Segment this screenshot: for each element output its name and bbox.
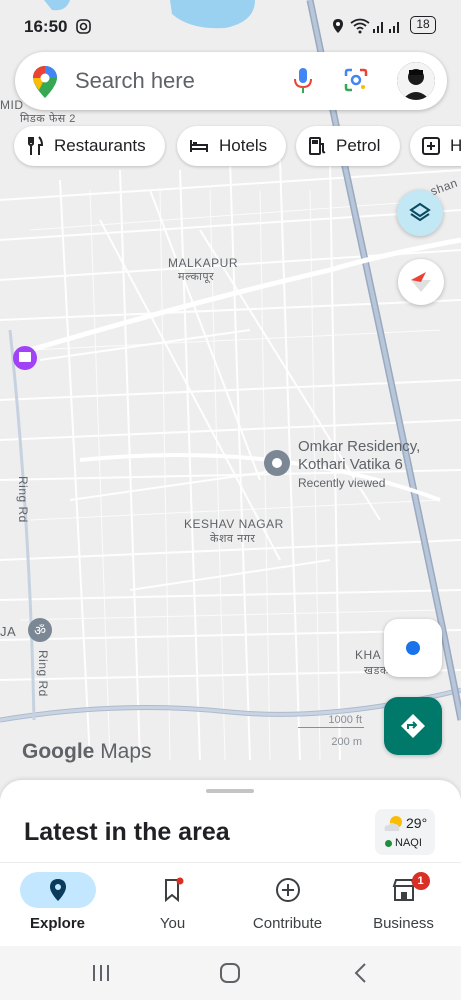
nav-you-label: You <box>159 915 186 932</box>
my-location-icon <box>406 641 420 655</box>
nav-explore-label: Explore <box>29 915 86 932</box>
wifi-icon <box>350 18 370 39</box>
map-label-malkapur: MALKAPUR <box>168 256 239 270</box>
map-scale: 1000 ft 200 m <box>298 714 368 750</box>
store-icon: 1 <box>366 872 442 908</box>
chip-restaurants-label: Restaurants <box>54 136 146 155</box>
nav-you[interactable]: You <box>115 863 230 947</box>
bookmark-icon <box>135 872 211 908</box>
directions-icon <box>401 714 425 738</box>
my-location-button[interactable] <box>384 619 442 677</box>
scale-ft: 1000 ft <box>328 714 362 726</box>
map-label-keshav-nagar: KESHAV NAGAR <box>184 517 284 531</box>
weather-temp: 29° <box>406 815 428 831</box>
bed-icon <box>190 140 208 152</box>
recent-apps-icon[interactable] <box>90 962 112 989</box>
directions-button[interactable] <box>384 697 442 755</box>
lens-icon[interactable] <box>343 67 369 98</box>
compass-button[interactable] <box>398 259 444 305</box>
google-maps-pin-icon <box>33 66 57 103</box>
nav-contribute-label: Contribute <box>252 915 323 932</box>
home-icon[interactable] <box>219 962 241 989</box>
map-label-keshav-nagar-hi: केशव नगर <box>210 533 256 545</box>
sheet-drag-handle[interactable] <box>206 789 254 793</box>
sheet-title: Latest in the area <box>24 818 230 846</box>
chip-more-label: H <box>450 136 461 155</box>
chip-restaurants[interactable]: Restaurants <box>14 126 165 166</box>
place-label[interactable]: Omkar Residency, Kothari Vatika 6 Recent… <box>298 438 420 492</box>
search-bar[interactable]: Search here <box>15 52 447 110</box>
nav-contribute[interactable]: Contribute <box>230 863 345 947</box>
weather-widget[interactable]: 29° NAQI <box>375 809 435 855</box>
map-label-ja: JA <box>0 624 17 639</box>
bottom-nav: Explore You Contribute 1 Business <box>0 862 461 946</box>
nav-business[interactable]: 1 Business <box>346 863 461 947</box>
back-icon[interactable] <box>350 962 372 989</box>
nav-business-label: Business <box>373 915 434 932</box>
map-label-malkapur-hi: मल्कापूर <box>178 271 215 283</box>
logo-google: Google <box>22 740 95 763</box>
map-label-mid-hi: मिडक फेस 2 <box>20 113 76 125</box>
status-bar: 16:50 18 <box>0 12 461 42</box>
map-label-ring-rd-2: Ring Rd <box>36 650 50 697</box>
scale-m: 200 m <box>331 736 362 748</box>
fuel-icon <box>309 137 326 155</box>
map-label-kha: KHA <box>355 648 382 662</box>
chip-petrol[interactable]: Petrol <box>296 126 400 166</box>
svg-text:ॐ: ॐ <box>34 624 46 639</box>
map-label-mid: MID <box>0 98 24 112</box>
signal-2-icon <box>388 18 402 39</box>
compass-icon <box>411 272 431 292</box>
signal-1-icon <box>372 18 386 39</box>
add-circle-icon <box>250 872 326 908</box>
location-icon <box>332 18 344 39</box>
aqi-dot <box>385 840 392 847</box>
chip-more[interactable]: H <box>410 126 461 166</box>
fork-knife-icon <box>28 136 44 155</box>
bottom-sheet[interactable]: Latest in the area 29° NAQI <box>0 780 461 862</box>
chip-hotels-label: Hotels <box>219 136 268 155</box>
plus-box-icon <box>422 137 440 155</box>
business-badge: 1 <box>411 872 430 890</box>
nav-explore[interactable]: Explore <box>0 863 115 947</box>
place-name-line-1: Omkar Residency, <box>298 438 421 455</box>
chip-petrol-label: Petrol <box>336 136 381 155</box>
instagram-icon <box>76 19 91 39</box>
place-name-line-2: Kothari Vatika 6 <box>298 456 403 473</box>
layers-button[interactable] <box>397 190 443 236</box>
chip-hotels[interactable]: Hotels <box>177 126 286 166</box>
google-maps-logo: Google Maps <box>22 740 152 764</box>
place-subtitle: Recently viewed <box>298 476 386 490</box>
system-nav-bar <box>0 946 461 1000</box>
mic-icon[interactable] <box>293 67 313 100</box>
partly-cloudy-icon <box>384 816 402 831</box>
map-label-ring-rd: Ring Rd <box>16 476 30 523</box>
logo-maps: Maps <box>100 740 152 763</box>
explore-icon <box>19 872 96 908</box>
layers-icon <box>409 202 431 222</box>
avatar[interactable] <box>397 62 435 100</box>
battery-indicator: 18 <box>410 16 436 34</box>
status-time: 16:50 <box>24 17 68 36</box>
weather-aqi: NAQI <box>395 837 422 849</box>
search-input[interactable]: Search here <box>75 68 195 94</box>
